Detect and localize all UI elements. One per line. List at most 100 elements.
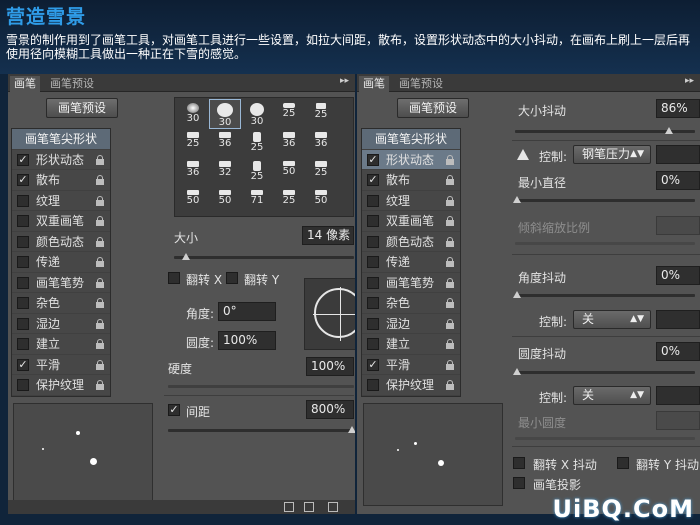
checkbox[interactable] — [17, 379, 29, 391]
checkbox[interactable]: ✓ — [367, 358, 379, 371]
slider-thumb[interactable] — [513, 196, 521, 203]
size-jitter-input[interactable]: 86% — [656, 99, 700, 118]
option-smoothing[interactable]: ✓ 平滑 — [362, 355, 460, 375]
option-texture[interactable]: 纹理 — [12, 191, 110, 211]
new-brush-icon[interactable] — [328, 502, 338, 512]
option-shape-dynamics[interactable]: ✓ 形状动态 — [362, 149, 460, 170]
option-brush-tip-shape[interactable]: 画笔笔尖形状 — [12, 129, 110, 150]
lock-icon[interactable] — [96, 380, 104, 390]
option-brush-tip-shape[interactable]: 画笔笔尖形状 — [362, 129, 460, 150]
brush-tip-selected[interactable]: 30 — [209, 99, 241, 129]
lock-icon[interactable] — [446, 359, 454, 370]
option-transfer[interactable]: 传递 — [12, 252, 110, 273]
option-smoothing[interactable]: ✓ 平滑 — [12, 355, 110, 375]
option-color-dynamics[interactable]: 颜色动态 — [362, 232, 460, 252]
checkbox[interactable] — [367, 297, 379, 309]
checkbox[interactable] — [367, 379, 379, 391]
hardness-input[interactable]: 100% — [306, 357, 354, 376]
grid-icon[interactable] — [304, 502, 314, 512]
checkbox[interactable] — [17, 215, 29, 227]
option-shape-dynamics[interactable]: ✓ 形状动态 — [12, 150, 110, 170]
checkbox[interactable] — [367, 215, 379, 227]
angle-jitter-slider[interactable] — [513, 291, 695, 298]
brush-tip[interactable]: 25 — [306, 100, 336, 128]
lock-icon[interactable] — [446, 380, 454, 390]
brush-tip[interactable]: 30 — [242, 100, 272, 128]
brush-tip[interactable]: 50 — [178, 187, 208, 215]
checkbox[interactable] — [17, 235, 29, 248]
checkbox[interactable]: ✓ — [367, 153, 379, 166]
control-dropdown-off[interactable]: 关 ▲▼ — [573, 386, 651, 405]
lock-icon[interactable] — [96, 154, 104, 165]
checkbox[interactable] — [17, 297, 29, 309]
brush-presets-button[interactable]: 画笔预设 — [397, 98, 469, 118]
option-build-up[interactable]: 建立 — [12, 334, 110, 355]
flip-y-jitter-checkbox[interactable] — [617, 457, 629, 469]
lock-icon[interactable] — [446, 154, 454, 165]
slider-thumb[interactable] — [348, 426, 355, 433]
lock-icon[interactable] — [96, 175, 104, 185]
brush-tip[interactable]: 71 — [242, 187, 272, 215]
roundness-jitter-slider[interactable] — [513, 368, 695, 375]
roundness-jitter-input[interactable]: 0% — [656, 342, 700, 361]
option-protect-texture[interactable]: 保护纹理 — [12, 375, 110, 396]
brush-tip[interactable]: 25 — [306, 158, 336, 186]
checkbox[interactable]: ✓ — [17, 174, 29, 186]
slider-thumb[interactable] — [513, 368, 521, 375]
lock-icon[interactable] — [446, 277, 454, 288]
option-protect-texture[interactable]: 保护纹理 — [362, 375, 460, 396]
toggle-preview-icon[interactable] — [284, 502, 294, 512]
brush-tip[interactable]: 50 — [306, 187, 336, 215]
tab-brush[interactable]: 画笔 — [359, 76, 389, 92]
collapse-icon[interactable]: ▸▸ — [340, 76, 349, 86]
size-slider[interactable] — [174, 253, 354, 260]
min-diameter-input[interactable]: 0% — [656, 171, 700, 190]
lock-icon[interactable] — [446, 175, 454, 185]
size-input[interactable]: 14 像素 — [302, 226, 354, 245]
angle-input[interactable]: 0° — [218, 302, 276, 321]
brush-tip[interactable]: 25 — [242, 158, 272, 186]
lock-icon[interactable] — [96, 195, 104, 206]
option-wet-edges[interactable]: 湿边 — [12, 314, 110, 334]
flip-x-jitter-checkbox[interactable] — [513, 457, 525, 469]
brush-tip[interactable]: 32 — [210, 158, 240, 186]
lock-icon[interactable] — [96, 298, 104, 308]
checkbox[interactable]: ✓ — [17, 358, 29, 371]
spacing-slider[interactable] — [168, 426, 355, 433]
angle-jitter-input[interactable]: 0% — [656, 266, 700, 285]
brush-tip[interactable]: 36 — [306, 129, 336, 157]
brush-tip[interactable]: 25 — [242, 129, 272, 157]
brush-tip[interactable]: 50 — [210, 187, 240, 215]
slider-thumb[interactable] — [665, 127, 673, 134]
option-texture[interactable]: 纹理 — [362, 191, 460, 211]
checkbox[interactable] — [17, 256, 29, 268]
brush-tip[interactable]: 36 — [178, 158, 208, 186]
lock-icon[interactable] — [446, 318, 454, 329]
checkbox[interactable] — [367, 194, 379, 207]
flip-y-checkbox[interactable] — [226, 272, 238, 284]
checkbox[interactable] — [17, 276, 29, 289]
lock-icon[interactable] — [96, 339, 104, 349]
option-scattering[interactable]: ✓ 散布 — [362, 170, 460, 191]
control-dropdown-off[interactable]: 关 ▲▼ — [573, 310, 651, 329]
lock-icon[interactable] — [96, 277, 104, 288]
checkbox[interactable] — [17, 338, 29, 350]
lock-icon[interactable] — [446, 236, 454, 247]
lock-icon[interactable] — [96, 359, 104, 370]
brush-tip[interactable]: 36 — [210, 129, 240, 157]
brush-tip[interactable]: 25 — [274, 100, 304, 128]
lock-icon[interactable] — [446, 216, 454, 226]
checkbox[interactable] — [367, 276, 379, 289]
option-scattering[interactable]: ✓ 散布 — [12, 170, 110, 191]
brush-projection-checkbox[interactable] — [513, 477, 525, 489]
tab-brush-presets[interactable]: 画笔预设 — [46, 76, 98, 92]
spacing-checkbox[interactable]: ✓ — [168, 404, 180, 416]
option-noise[interactable]: 杂色 — [12, 293, 110, 314]
lock-icon[interactable] — [446, 339, 454, 349]
min-diameter-slider[interactable] — [513, 196, 695, 203]
flip-x-checkbox[interactable] — [168, 272, 180, 284]
brush-tip[interactable]: 30 — [178, 100, 208, 128]
option-wet-edges[interactable]: 湿边 — [362, 314, 460, 334]
checkbox[interactable]: ✓ — [367, 174, 379, 186]
brush-tip[interactable]: 25 — [274, 187, 304, 215]
